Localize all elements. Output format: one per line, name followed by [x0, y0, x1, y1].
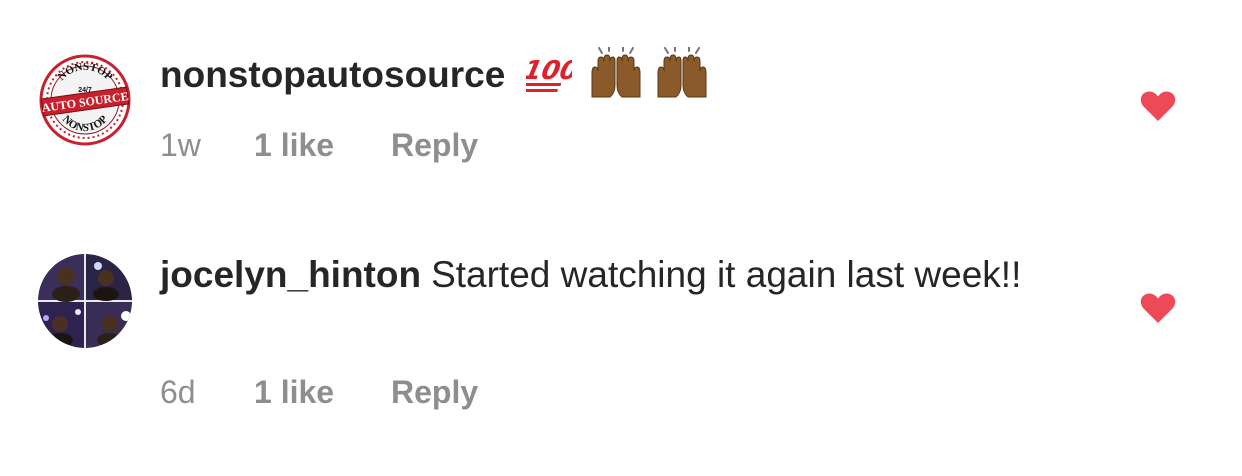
- heart-icon[interactable]: [1140, 292, 1176, 324]
- reply-button[interactable]: Reply: [391, 125, 478, 165]
- avatar[interactable]: NONSTOP 24/7 AUTO SOURCE NONSTOP: [38, 53, 132, 147]
- comment-time: 1w: [160, 127, 201, 163]
- reply-button[interactable]: Reply: [391, 372, 478, 412]
- photo-collage-avatar: [38, 254, 132, 348]
- nonstop-auto-source-logo: NONSTOP 24/7 AUTO SOURCE NONSTOP: [39, 54, 131, 146]
- raising-hands-icon: [591, 47, 641, 98]
- raising-hands-icon: [657, 47, 707, 98]
- svg-text:100: 100: [526, 56, 572, 86]
- heart-icon[interactable]: [1140, 90, 1176, 122]
- comment-time: 6d: [160, 374, 196, 410]
- comment-item: NONSTOP 24/7 AUTO SOURCE NONSTOP nonstop…: [0, 0, 1242, 200]
- avatar[interactable]: [38, 254, 132, 348]
- comment-likes[interactable]: 1 like: [254, 125, 334, 165]
- comment-text: Started watching it again last week!!: [431, 254, 1022, 295]
- comment-username[interactable]: jocelyn_hinton: [160, 254, 421, 295]
- comment-body: jocelyn_hinton Started watching it again …: [160, 250, 1060, 300]
- comment-username[interactable]: nonstopautosource: [160, 54, 505, 95]
- comment-item: jocelyn_hinton Started watching it again …: [0, 240, 1242, 476]
- hundred-points-icon: 100: [525, 56, 572, 93]
- comment-body: nonstopautosource 100: [160, 47, 1060, 103]
- comment-likes[interactable]: 1 like: [254, 372, 334, 412]
